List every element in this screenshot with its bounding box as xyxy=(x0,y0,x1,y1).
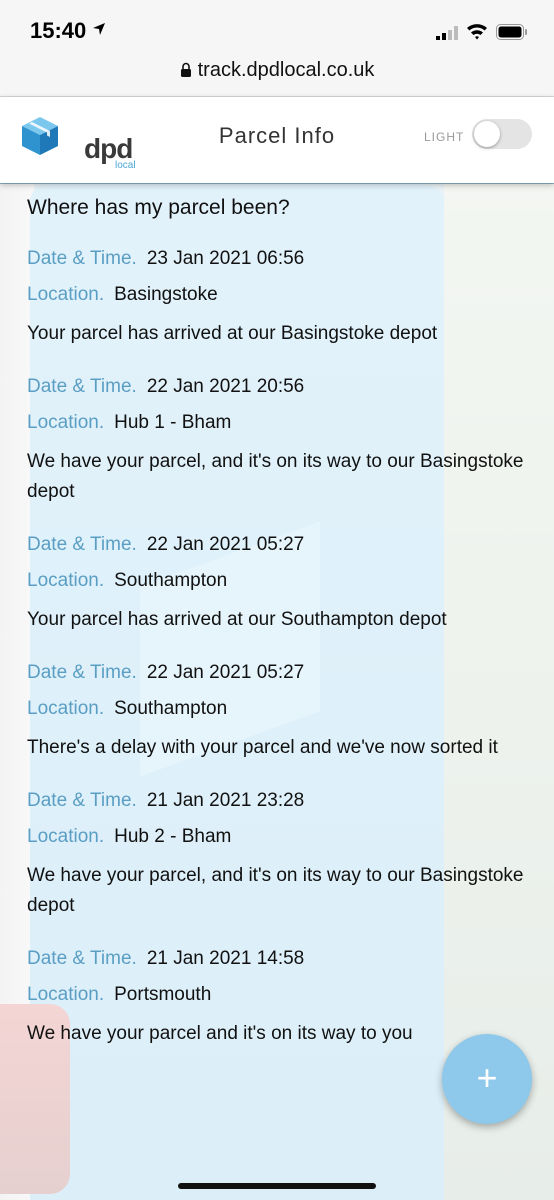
event-datetime: 22 Jan 2021 05:27 xyxy=(146,534,305,555)
location-label: Location. xyxy=(27,284,105,305)
wifi-icon xyxy=(466,22,488,45)
logo-subtext: local xyxy=(115,160,136,171)
event-message: There's a delay with your parcel and we'… xyxy=(27,737,498,758)
event-message: Your parcel has arrived at our Southampt… xyxy=(27,609,447,630)
event-message: We have your parcel, and it's on its way… xyxy=(27,451,524,502)
tracking-event: Date & Time. 23 Jan 2021 06:56 Location. B… xyxy=(27,247,537,349)
event-location: Southampton xyxy=(114,698,228,719)
tracking-event: Date & Time. 22 Jan 2021 05:27 Location. S… xyxy=(27,661,537,763)
date-time-label: Date & Time. xyxy=(27,534,137,555)
lock-icon xyxy=(180,62,192,82)
tracking-event: Date & Time. 21 Jan 2021 23:28 Location. H… xyxy=(27,789,537,921)
app-header: dpd local Parcel Info LIGHT xyxy=(0,97,554,183)
toggle-knob xyxy=(474,121,500,147)
url-text[interactable]: track.dpdlocal.co.uk xyxy=(198,59,375,81)
event-datetime: 22 Jan 2021 20:56 xyxy=(146,376,305,397)
battery-icon xyxy=(496,24,528,45)
tracking-event: Date & Time. 22 Jan 2021 20:56 Location. H… xyxy=(27,375,537,507)
event-location: Southampton xyxy=(114,570,228,591)
expand-fab-button[interactable]: + xyxy=(442,1034,532,1124)
tracking-event: Date & Time. 22 Jan 2021 05:27 Location. S… xyxy=(27,533,537,635)
event-location: Hub 1 - Bham xyxy=(114,412,232,433)
date-time-label: Date & Time. xyxy=(27,662,137,683)
event-message: We have your parcel, and it's on its way… xyxy=(27,865,524,916)
status-time: 15:40 xyxy=(30,18,87,43)
location-arrow-icon xyxy=(92,22,106,41)
event-datetime: 21 Jan 2021 23:28 xyxy=(146,790,305,811)
location-label: Location. xyxy=(27,698,105,719)
history-heading: Where has my parcel been? xyxy=(27,196,290,219)
event-datetime: 21 Jan 2021 14:58 xyxy=(146,948,305,969)
event-datetime: 23 Jan 2021 06:56 xyxy=(146,248,305,269)
home-indicator[interactable] xyxy=(178,1183,376,1189)
tracking-event: Date & Time. 21 Jan 2021 14:58 Location. P… xyxy=(27,947,537,1049)
event-datetime: 22 Jan 2021 05:27 xyxy=(146,662,305,683)
browser-url-bar[interactable]: track.dpdlocal.co.uk xyxy=(0,60,554,97)
page-title: Parcel Info xyxy=(218,123,336,148)
location-label: Location. xyxy=(27,412,105,433)
event-location: Hub 2 - Bham xyxy=(114,826,232,847)
event-location: Portsmouth xyxy=(114,984,212,1005)
theme-toggle-label: LIGHT xyxy=(424,130,465,144)
date-time-label: Date & Time. xyxy=(27,790,137,811)
cellular-signal-icon xyxy=(436,26,460,45)
location-label: Location. xyxy=(27,826,105,847)
theme-toggle[interactable] xyxy=(472,119,532,149)
date-time-label: Date & Time. xyxy=(27,376,137,397)
tracking-history: Where has my parcel been? Date & Time. 23… xyxy=(27,195,537,1075)
date-time-label: Date & Time. xyxy=(27,948,137,969)
plus-icon: + xyxy=(476,1057,498,1098)
event-message: Your parcel has arrived at our Basingsto… xyxy=(27,323,438,344)
date-time-label: Date & Time. xyxy=(27,248,137,269)
location-label: Location. xyxy=(27,570,105,591)
location-label: Location. xyxy=(27,984,105,1005)
event-location: Basingstoke xyxy=(114,284,218,305)
status-bar: 15:40 xyxy=(0,0,554,60)
